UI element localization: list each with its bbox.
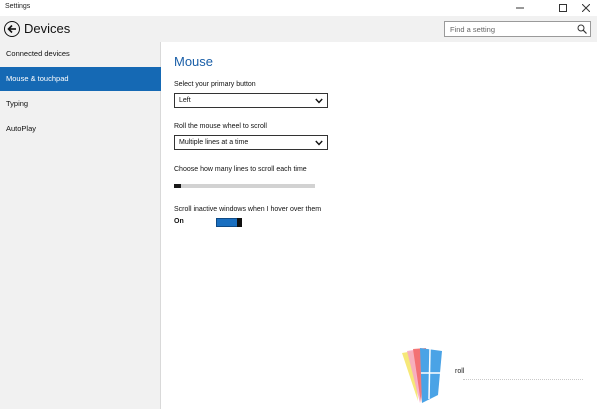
main-content: Mouse Select your primary button Left Ro… [161,42,597,409]
window-title: Settings [5,3,31,10]
sidebar-item-label: Typing [6,99,29,108]
scroll-mode-label: Roll the mouse wheel to scroll [174,123,267,130]
page-title: Mouse [174,54,214,69]
sidebar-item-typing[interactable]: Typing [0,92,161,116]
inactive-scroll-toggle[interactable] [216,218,242,227]
section-title: Devices [24,21,71,36]
sidebar-item-label: Mouse & touchpad [6,74,69,83]
sidebar-item-label: Connected devices [6,49,70,58]
maximize-button[interactable] [552,0,574,16]
back-arrow-icon [7,24,16,34]
chevron-down-icon [315,140,323,146]
sidebar-item-connected-devices[interactable]: Connected devices [0,42,161,66]
scroll-lines-slider[interactable] [174,184,315,188]
minimize-button[interactable] [509,0,531,16]
inactive-scroll-state: On [174,218,184,225]
search-box[interactable] [444,21,591,37]
title-bar: Settings [0,0,597,16]
sidebar-item-mouse-touchpad[interactable]: Mouse & touchpad [0,67,161,91]
back-button[interactable] [4,21,20,37]
close-button[interactable] [575,0,597,16]
toggle-knob [237,218,242,227]
chevron-down-icon [315,98,323,104]
primary-button-label: Select your primary button [174,81,256,88]
watermark-underline [463,372,583,380]
primary-button-value: Left [179,97,191,104]
sidebar: Connected devices Mouse & touchpad Typin… [0,42,161,409]
watermark-logo [402,348,442,403]
scroll-mode-select[interactable]: Multiple lines at a time [174,135,328,150]
scroll-mode-value: Multiple lines at a time [179,139,249,146]
close-icon [582,4,590,12]
sidebar-item-autoplay[interactable]: AutoPlay [0,117,161,141]
scroll-lines-label: Choose how many lines to scroll each tim… [174,166,307,173]
primary-button-select[interactable]: Left [174,93,328,108]
sidebar-item-label: AutoPlay [6,124,37,133]
minimize-icon [516,7,524,9]
inactive-scroll-label: Scroll inactive windows when I hover ove… [174,206,322,213]
scroll-lines-slider-thumb[interactable] [174,184,181,188]
search-icon[interactable] [577,24,587,34]
search-input[interactable] [445,22,573,36]
maximize-icon [559,4,567,12]
